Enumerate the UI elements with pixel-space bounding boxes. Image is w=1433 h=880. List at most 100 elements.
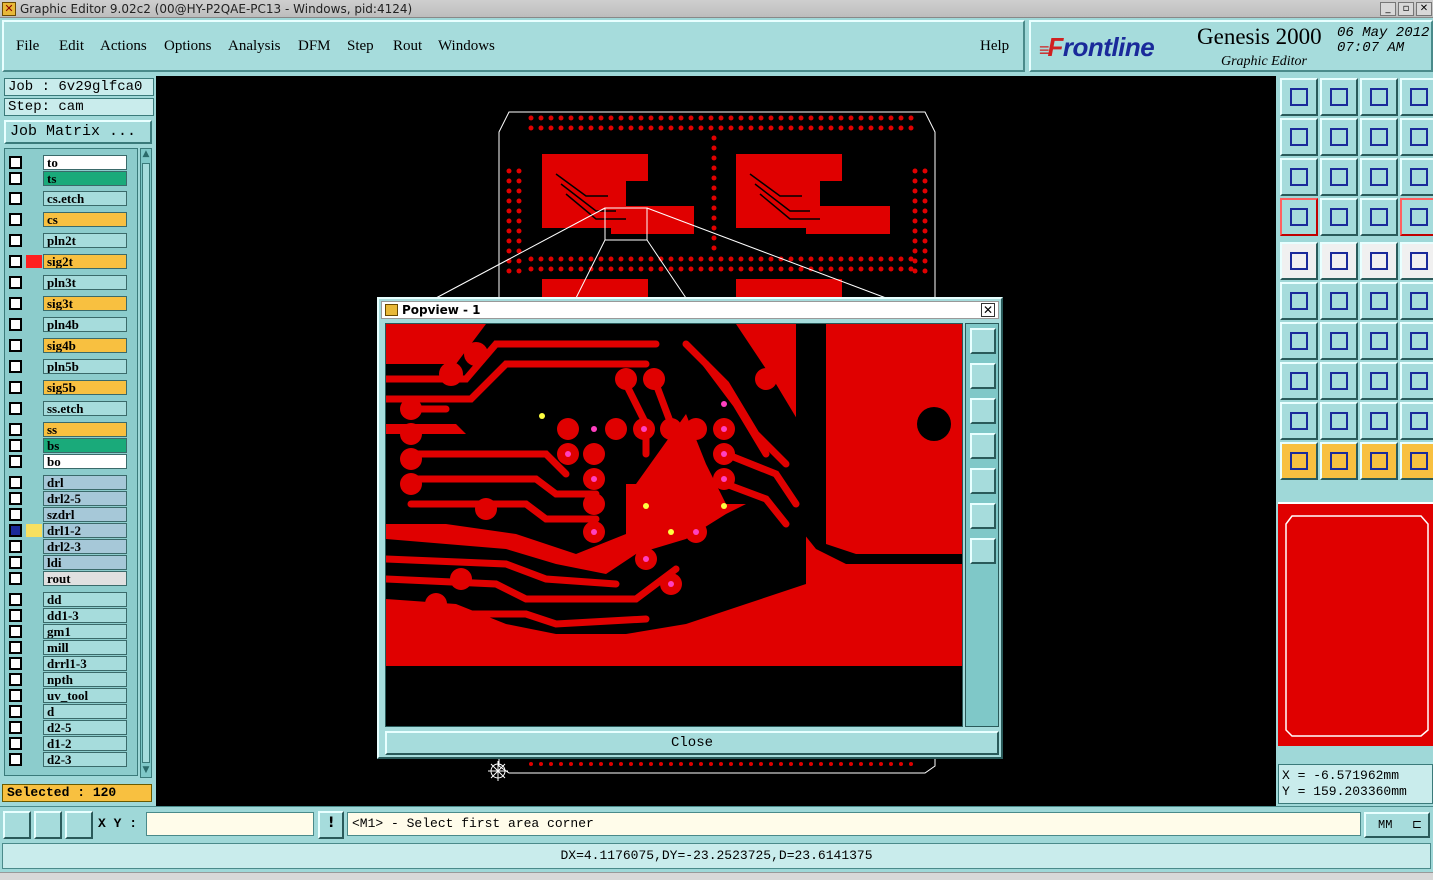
- layer-name[interactable]: drl1-2: [43, 523, 127, 538]
- info-icon[interactable]: !: [318, 811, 344, 839]
- rotate-icon[interactable]: [1360, 322, 1398, 360]
- layer-row-d2-3[interactable]: d2-3: [7, 752, 129, 767]
- layer-row-mill[interactable]: mill: [7, 640, 129, 655]
- scroll-up-icon[interactable]: ▲: [141, 149, 151, 161]
- shapes-icon[interactable]: [1400, 362, 1433, 400]
- dash-icon[interactable]: [1320, 362, 1358, 400]
- help-icon[interactable]: [1400, 158, 1433, 196]
- connect-icon[interactable]: [1400, 442, 1433, 480]
- layer-row-d[interactable]: d: [7, 704, 129, 719]
- scale-1-2-icon[interactable]: [1360, 158, 1398, 196]
- layer-checkbox[interactable]: [9, 318, 22, 331]
- layer-checkbox[interactable]: [9, 172, 22, 185]
- layer-row-rout[interactable]: rout: [7, 571, 129, 586]
- layer-checkbox[interactable]: [9, 192, 22, 205]
- layer-checkbox[interactable]: [9, 572, 22, 585]
- popview-pan-down-icon[interactable]: [970, 398, 996, 424]
- menu-rout[interactable]: Rout: [393, 38, 422, 55]
- angle-icon[interactable]: [34, 811, 62, 839]
- layer-name[interactable]: npth: [43, 672, 127, 687]
- layer-row-gm1[interactable]: gm1: [7, 624, 129, 639]
- node-icon[interactable]: [1280, 282, 1318, 320]
- select-pad-icon[interactable]: [1280, 362, 1318, 400]
- layer-checkbox[interactable]: [9, 657, 22, 670]
- feature-icon[interactable]: [1280, 242, 1318, 280]
- layer-name[interactable]: d2-3: [43, 752, 127, 767]
- menu-edit[interactable]: Edit: [59, 38, 84, 55]
- menu-analysis[interactable]: Analysis: [228, 38, 281, 55]
- layer-row-pln2t[interactable]: pln2t: [7, 233, 129, 248]
- triangle-d-icon[interactable]: [1400, 402, 1433, 440]
- menu-step[interactable]: Step: [347, 38, 374, 55]
- layer-checkbox[interactable]: [9, 753, 22, 766]
- layer-name[interactable]: drl: [43, 475, 127, 490]
- menu-help[interactable]: Help: [980, 38, 1009, 55]
- edge-icon[interactable]: [1320, 242, 1358, 280]
- layer-checkbox[interactable]: [9, 276, 22, 289]
- popview-close-button[interactable]: Close: [385, 731, 999, 755]
- layer-name[interactable]: sig4b: [43, 338, 127, 353]
- layer-checkbox[interactable]: [9, 625, 22, 638]
- layer-row-npth[interactable]: npth: [7, 672, 129, 687]
- align-icon[interactable]: [1400, 322, 1433, 360]
- snap-icon[interactable]: [3, 811, 31, 839]
- measure-icon[interactable]: [1280, 198, 1318, 236]
- probe-icon[interactable]: [1320, 198, 1358, 236]
- popview-pan-left-icon[interactable]: [970, 433, 996, 459]
- zoom-reset-icon[interactable]: [1360, 118, 1398, 156]
- layer-name[interactable]: d1-2: [43, 736, 127, 751]
- job-matrix-button[interactable]: Job Matrix ...: [4, 120, 152, 144]
- menu-windows[interactable]: Windows: [438, 38, 495, 55]
- layer-row-pln4b[interactable]: pln4b: [7, 317, 129, 332]
- fit-icon[interactable]: [1280, 158, 1318, 196]
- panel-icon[interactable]: [1400, 78, 1433, 116]
- close-window-button[interactable]: ✕: [1416, 2, 1432, 16]
- minimize-button[interactable]: _: [1380, 2, 1396, 16]
- triangle-b-icon[interactable]: [1320, 402, 1358, 440]
- layer-row-ss.etch[interactable]: ss.etch: [7, 401, 129, 416]
- layer-row-d1-2[interactable]: d1-2: [7, 736, 129, 751]
- popview-zoom-icon[interactable]: [970, 328, 996, 354]
- layer-name[interactable]: ss: [43, 422, 127, 437]
- layer-row-drl[interactable]: drl: [7, 475, 129, 490]
- pointer-edit-icon[interactable]: [1360, 442, 1398, 480]
- layer-row-ss[interactable]: ss: [7, 422, 129, 437]
- menu-file[interactable]: File: [16, 38, 39, 55]
- layer-row-ldi[interactable]: ldi: [7, 555, 129, 570]
- pan-right-icon[interactable]: [1320, 118, 1358, 156]
- overview-map[interactable]: [1278, 502, 1433, 746]
- layer-checkbox[interactable]: [9, 402, 22, 415]
- layer-row-bs[interactable]: bs: [7, 438, 129, 453]
- layer-row-cs.etch[interactable]: cs.etch: [7, 191, 129, 206]
- layer-name[interactable]: drl2-3: [43, 539, 127, 554]
- layer-row-d2-5[interactable]: d2-5: [7, 720, 129, 735]
- triangle-c-icon[interactable]: [1360, 402, 1398, 440]
- layer-checkbox[interactable]: [9, 492, 22, 505]
- layer-checkbox[interactable]: [9, 213, 22, 226]
- layer-checkbox[interactable]: [9, 455, 22, 468]
- layer-checkbox[interactable]: [9, 609, 22, 622]
- layer-row-szdrl[interactable]: szdrl: [7, 507, 129, 522]
- layer-list-scrollbar[interactable]: ▲ ▼: [140, 148, 152, 778]
- layer-row-drl2-5[interactable]: drl2-5: [7, 491, 129, 506]
- layer-row-uv_tool[interactable]: uv_tool: [7, 688, 129, 703]
- menu-actions[interactable]: Actions: [100, 38, 147, 55]
- pad-icon[interactable]: [1400, 242, 1433, 280]
- pointer-icon[interactable]: [1280, 442, 1318, 480]
- layer-checkbox[interactable]: [9, 524, 22, 537]
- menu-dfm[interactable]: DFM: [298, 38, 331, 55]
- layer-row-sig3t[interactable]: sig3t: [7, 296, 129, 311]
- save-icon[interactable]: [1320, 78, 1358, 116]
- popview-zoom-fit-icon[interactable]: [970, 538, 996, 564]
- layer-row-dd[interactable]: dd: [7, 592, 129, 607]
- layer-row-dd1-3[interactable]: dd1-3: [7, 608, 129, 623]
- layer-checkbox[interactable]: [9, 556, 22, 569]
- layer-name[interactable]: bs: [43, 438, 127, 453]
- layer-name[interactable]: mill: [43, 640, 127, 655]
- layer-name[interactable]: sig3t: [43, 296, 127, 311]
- maximize-button[interactable]: ▫: [1398, 2, 1414, 16]
- layer-name[interactable]: drrl1-3: [43, 656, 127, 671]
- layer-row-drrl1-3[interactable]: drrl1-3: [7, 656, 129, 671]
- home-icon[interactable]: [1360, 78, 1398, 116]
- layer-name[interactable]: cs: [43, 212, 127, 227]
